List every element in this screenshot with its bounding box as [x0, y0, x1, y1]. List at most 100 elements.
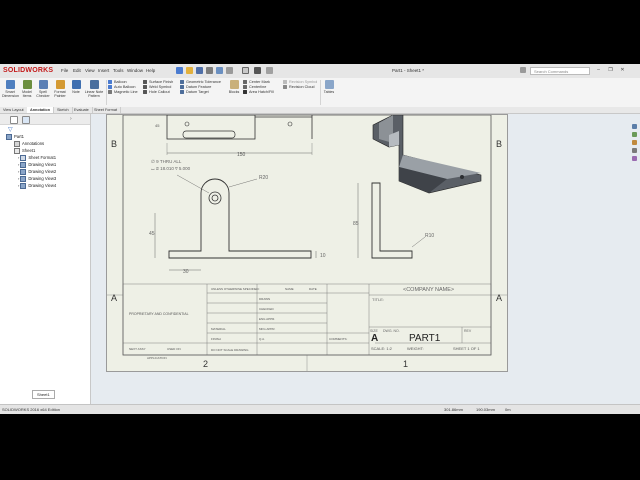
drawing-view-right[interactable]: [357, 182, 426, 259]
note-button[interactable]: Note: [70, 80, 82, 94]
sheet-tab-sheet1[interactable]: Sheet1: [32, 390, 55, 399]
drawing-view-isometric[interactable]: [372, 114, 482, 194]
tab-view-layout[interactable]: View Layout: [0, 107, 28, 113]
menu-window[interactable]: Window: [127, 68, 143, 73]
menu-file[interactable]: File: [61, 68, 68, 73]
tree-item-drawing-view2[interactable]: › Drawing View2: [18, 169, 56, 175]
ribbon-group-centerlines: Center Mark Centerline Area Hatch/Fill: [243, 80, 274, 95]
file-explorer-icon[interactable]: [632, 148, 637, 153]
zone-letter-a: A: [496, 293, 502, 303]
appearances-icon[interactable]: [632, 132, 637, 137]
tree-item-drawing-view3[interactable]: › Drawing View3: [18, 176, 56, 182]
magnetic-line-icon: [108, 90, 112, 94]
dim-r20[interactable]: R20: [259, 175, 268, 181]
feature-tree-icon[interactable]: [10, 116, 18, 124]
select-icon[interactable]: [226, 67, 233, 74]
new-icon[interactable]: [176, 67, 183, 74]
datum-feature-icon: [180, 85, 184, 89]
dim-30[interactable]: 30: [183, 269, 189, 275]
ribbon-separator: [320, 80, 321, 105]
spell-checker-button[interactable]: Spell Checker: [36, 80, 50, 98]
command-manager-ribbon: Smart Dimension Model Items Spell Checke…: [0, 78, 640, 108]
sheet-border: [122, 114, 492, 356]
magnetic-line-button[interactable]: Magnetic Line: [108, 90, 138, 95]
hole-callout-line1[interactable]: ∅ 9 THRU ALL: [151, 159, 182, 164]
datum-target-button[interactable]: Datum Target: [180, 90, 221, 95]
tables-button[interactable]: Tables: [323, 80, 335, 94]
zone-letter-b: B: [111, 139, 117, 149]
dim-150[interactable]: 150: [237, 152, 246, 158]
settings-icon[interactable]: [266, 67, 273, 74]
tree-item-drawing-view1[interactable]: › Drawing View1: [18, 162, 56, 168]
spell-checker-label: Spell Checker: [36, 90, 50, 98]
status-y-coordinate: 190.03mm: [476, 407, 495, 412]
undo-icon[interactable]: [216, 67, 223, 74]
smart-dimension-icon: [5, 80, 15, 89]
dim-45-top[interactable]: 45: [155, 123, 160, 128]
minimize-button[interactable]: –: [594, 67, 603, 74]
smart-dimension-button[interactable]: Smart Dimension: [2, 80, 19, 98]
dwg-no-label: DWG. NO.: [383, 329, 400, 333]
graphics-area[interactable]: B B A A 2 1 150 45 ∅ 9 THRU ALL ⌴ ∅ 18.0…: [91, 114, 640, 404]
eng-appr-label: ENG APPR.: [259, 317, 275, 321]
revision-cloud-button[interactable]: Revision Cloud: [283, 85, 317, 90]
tree-item-part1[interactable]: Part1: [6, 134, 24, 140]
format-painter-button[interactable]: Format Painter: [53, 80, 67, 98]
dim-10[interactable]: 10: [320, 253, 326, 259]
sheet-number: SHEET 1 OF 1: [453, 346, 480, 351]
menu-tools[interactable]: Tools: [113, 68, 124, 73]
open-icon[interactable]: [186, 67, 193, 74]
dim-45[interactable]: 45: [149, 231, 155, 237]
rev-label: REV: [464, 329, 472, 333]
checked-label: CHECKED: [259, 307, 275, 311]
ribbon-group-revisions: Revision Symbol Revision Cloud: [283, 80, 317, 90]
mfg-appr-label: MFG APPR.: [259, 327, 276, 331]
custom-properties-icon[interactable]: [632, 140, 637, 145]
blocks-button[interactable]: Blocks: [228, 80, 240, 94]
tree-item-annotations[interactable]: Annotations: [14, 141, 44, 147]
filter-icon[interactable]: ▽: [8, 127, 13, 133]
property-manager-icon[interactable]: [22, 116, 30, 124]
menu-edit[interactable]: Edit: [73, 68, 81, 73]
print-icon[interactable]: [206, 67, 213, 74]
title-block: [122, 283, 492, 356]
restore-button[interactable]: ❐: [606, 67, 615, 74]
help-icon[interactable]: [520, 67, 526, 73]
drawing-view-front[interactable]: [154, 174, 317, 271]
note-label: Note: [72, 90, 80, 94]
ribbon-group-tolerances: Geometric Tolerance Datum Feature Datum …: [180, 80, 221, 95]
search-commands-input[interactable]: Search Commands: [530, 67, 590, 75]
dim-85[interactable]: 85: [353, 221, 359, 227]
menu-view[interactable]: View: [85, 68, 95, 73]
drawing-sheet[interactable]: B B A A 2 1 150 45 ∅ 9 THRU ALL ⌴ ∅ 18.0…: [106, 114, 508, 372]
tree-item-sheet1[interactable]: Sheet1: [14, 148, 35, 154]
linear-note-pattern-button[interactable]: Linear Note Pattern: [84, 80, 104, 98]
tree-item-drawing-view4[interactable]: › Drawing View4: [18, 183, 56, 189]
menu-insert[interactable]: Insert: [98, 68, 109, 73]
menu-help[interactable]: Help: [146, 68, 155, 73]
drawing-view-top[interactable]: [166, 114, 313, 155]
area-hatch-button[interactable]: Area Hatch/Fill: [243, 90, 274, 95]
tab-sketch[interactable]: Sketch: [54, 107, 73, 113]
close-button[interactable]: ✕: [618, 67, 627, 74]
design-library-icon[interactable]: [632, 156, 637, 161]
options-icon[interactable]: [254, 67, 261, 74]
dim-r10[interactable]: R10: [425, 233, 434, 239]
tab-annotation[interactable]: Annotation: [27, 107, 55, 113]
blocks-icon: [229, 80, 239, 89]
tab-evaluate[interactable]: Evaluate: [71, 107, 93, 113]
hole-callout-line2[interactable]: ⌴ ∅ 18.010 ⊽ 5.000: [151, 166, 191, 171]
save-icon[interactable]: [196, 67, 203, 74]
ribbon-group-balloons: Balloon Auto Balloon Magnetic Line: [108, 80, 138, 95]
hole-callout-button[interactable]: Hole Callout: [143, 90, 173, 95]
weight: WEIGHT:: [407, 346, 424, 351]
model-items-button[interactable]: Model Items: [20, 80, 34, 98]
tree-item-sheet-format1[interactable]: › Sheet Format1: [18, 155, 56, 161]
chevron-right-icon[interactable]: ›: [70, 117, 75, 122]
rebuild-icon[interactable]: [242, 67, 249, 74]
command-tabs: View Layout Annotation Sketch Evaluate S…: [0, 107, 640, 114]
zone-number-1: 1: [403, 359, 408, 369]
ribbon-separator: [106, 80, 107, 105]
view-palette-icon[interactable]: [632, 124, 637, 129]
tab-sheet-format[interactable]: Sheet Format: [91, 107, 122, 113]
